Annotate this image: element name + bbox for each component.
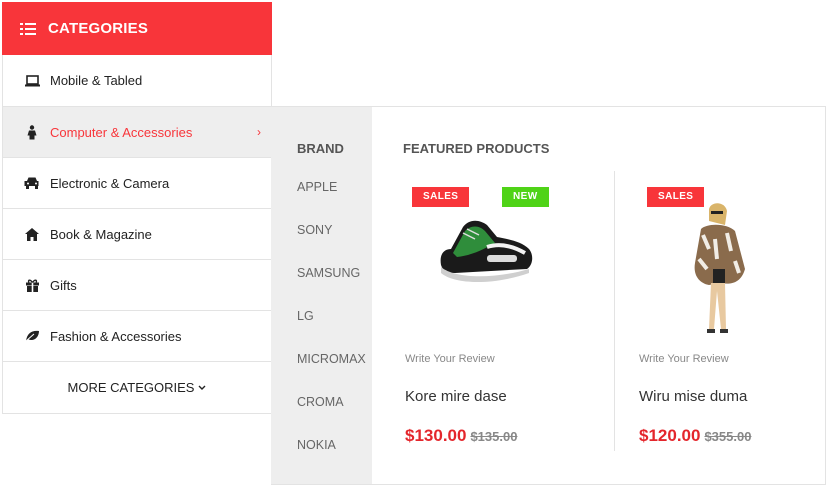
old-price: $355.00 [704,429,752,444]
laptop-icon [24,74,40,88]
category-item-computer[interactable]: Computer & Accessories › [3,106,271,157]
chevron-down-icon [198,383,206,393]
brand-link-micromax[interactable]: MICROMAX [297,351,372,394]
write-review-link[interactable]: Write Your Review [405,353,495,365]
brand-column: BRAND APPLE SONY SAMSUNG LG MICROMAX CRO… [271,107,372,484]
gift-icon [24,278,40,292]
brand-link-sony[interactable]: SONY [297,222,372,265]
old-price: $135.00 [470,429,518,444]
category-label: Computer & Accessories [50,124,193,140]
product-price: $120.00 $355.00 [639,426,751,446]
person-icon [24,124,40,139]
featured-title: FEATURED PRODUCTS [403,141,550,156]
category-menu: CATEGORIES Mobile & Tabled Computer & Ac… [2,2,272,414]
categories-title: CATEGORIES [48,20,149,37]
brand-title: BRAND [297,141,344,156]
product-image-model[interactable] [687,199,757,342]
brand-link-croma[interactable]: CROMA [297,394,372,437]
brand-link-samsung[interactable]: SAMSUNG [297,265,372,308]
category-item-electronic[interactable]: Electronic & Camera [3,157,271,208]
category-item-gifts[interactable]: Gifts [3,259,271,310]
product-name[interactable]: Kore mire dase [405,388,507,405]
leaf-icon [24,329,40,343]
category-label: Fashion & Accessories [50,328,182,344]
product-card[interactable]: SALES NEW Write Your Review Kore mire da… [403,171,614,451]
home-icon [24,227,40,241]
mega-dropdown: BRAND APPLE SONY SAMSUNG LG MICROMAX CRO… [271,106,826,485]
category-list: Mobile & Tabled Computer & Accessories ›… [2,55,272,414]
category-label: Book & Magazine [50,226,152,242]
new-badge: NEW [502,187,549,207]
featured-products: FEATURED PRODUCTS SALES NEW Write Your R… [372,107,825,484]
category-label: Gifts [50,277,77,293]
category-label: Electronic & Camera [50,175,170,191]
current-price: $130.00 [405,426,467,445]
product-image-sneaker[interactable] [435,213,535,300]
product-name[interactable]: Wiru mise duma [639,388,747,405]
brand-link-nokia[interactable]: NOKIA [297,437,372,480]
product-list: SALES NEW Write Your Review Kore mire da… [403,171,825,451]
category-item-mobile[interactable]: Mobile & Tabled [3,55,271,106]
current-price: $120.00 [639,426,701,445]
chevron-right-icon: › [257,125,261,139]
categories-header[interactable]: CATEGORIES [2,2,272,55]
product-card[interactable]: SALES Write Your Review Wiru mise duma $… [614,171,825,451]
more-categories-button[interactable]: MORE CATEGORIES [3,361,271,413]
brand-link-lg[interactable]: LG [297,308,372,351]
write-review-link[interactable]: Write Your Review [639,353,729,365]
product-price: $130.00 $135.00 [405,426,517,446]
category-label: Mobile & Tabled [50,73,143,88]
list-icon [20,22,36,35]
brand-link-apple[interactable]: APPLE [297,179,372,222]
category-item-book[interactable]: Book & Magazine [3,208,271,259]
sales-badge: SALES [412,187,470,207]
more-categories-label: MORE CATEGORIES [67,380,195,395]
category-item-fashion[interactable]: Fashion & Accessories [3,310,271,361]
car-icon [24,176,40,190]
